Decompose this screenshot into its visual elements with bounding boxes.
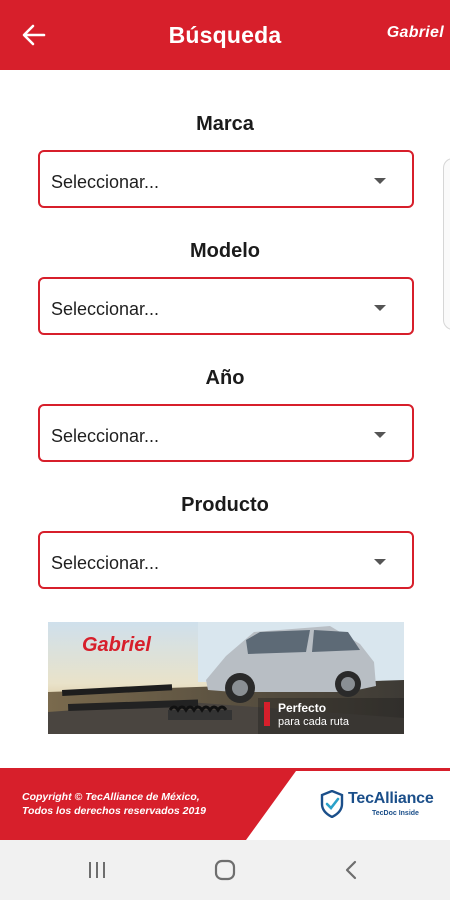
caret-down-icon — [374, 305, 386, 311]
system-navigation-bar — [0, 840, 450, 900]
marca-select-value: Seleccionar... — [51, 172, 160, 192]
caret-down-icon — [374, 559, 386, 565]
anio-select-value: Seleccionar... — [51, 426, 160, 446]
tecalliance-name: TecAlliance — [348, 790, 434, 807]
producto-label: Producto — [181, 494, 269, 516]
copyright-line-2: Todos los derechos reservados 2019 — [22, 805, 207, 817]
gabriel-logo: Gabriel — [386, 24, 444, 41]
anio-select[interactable]: Seleccionar... — [38, 404, 414, 462]
gabriel-promo-banner[interactable]: Gabriel Perfecto para cada ruta — [48, 622, 404, 734]
tecdoc-inside-text: TecDoc Inside — [372, 810, 419, 817]
tecalliance-logo[interactable]: TecAlliance TecDoc Inside — [320, 788, 438, 824]
producto-select[interactable]: Seleccionar... — [38, 531, 414, 589]
banner-tagline-sub: para cada ruta — [278, 716, 349, 728]
recents-icon — [89, 862, 105, 878]
copyright-text: Copyright © TecAlliance de México, Todos… — [22, 790, 206, 818]
app-header: Búsqueda Gabriel — [0, 0, 450, 70]
banner-brand: Gabriel — [82, 634, 151, 656]
caret-down-icon — [374, 178, 386, 184]
modelo-select-value: Seleccionar... — [51, 299, 160, 319]
home-icon — [214, 859, 236, 881]
anio-label: Año — [205, 367, 245, 389]
banner-tagline-main: Perfecto — [278, 701, 327, 715]
marca-select[interactable]: Seleccionar... — [38, 150, 414, 208]
page-title: Búsqueda — [168, 22, 282, 48]
modelo-label: Modelo — [190, 240, 260, 262]
modelo-select[interactable]: Seleccionar... — [38, 277, 414, 335]
copyright-line-1: Copyright © TecAlliance de México, — [22, 791, 200, 803]
marca-label: Marca — [196, 113, 254, 135]
recents-button[interactable] — [77, 854, 117, 886]
shield-icon — [320, 790, 344, 818]
footer: Copyright © TecAlliance de México, Todos… — [0, 768, 450, 840]
caret-down-icon — [374, 432, 386, 438]
home-button[interactable] — [205, 854, 245, 886]
producto-select-value: Seleccionar... — [51, 553, 160, 573]
system-back-button[interactable] — [331, 854, 371, 886]
back-chevron-icon — [345, 860, 357, 880]
